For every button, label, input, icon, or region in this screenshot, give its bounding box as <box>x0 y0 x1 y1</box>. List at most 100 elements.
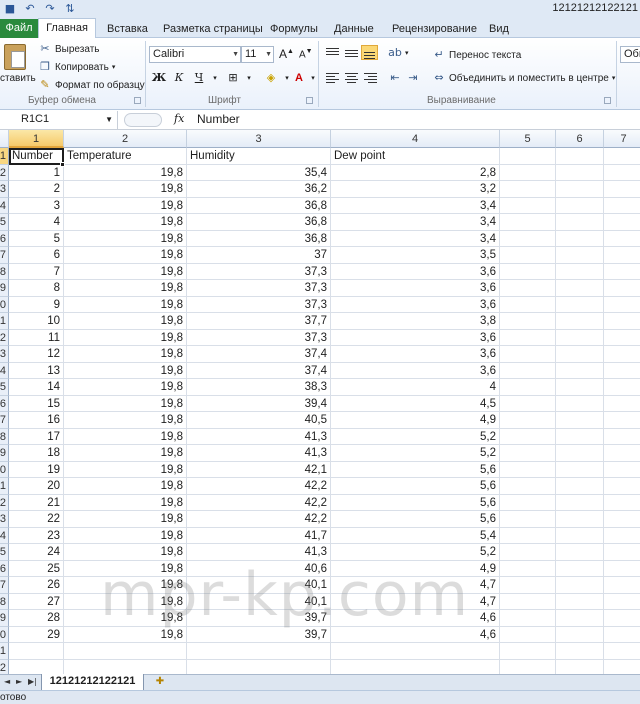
tab-page-layout[interactable]: Разметка страницы <box>163 21 263 37</box>
data-cell[interactable]: 23 <box>9 527 64 544</box>
data-cell[interactable]: 37,3 <box>187 280 331 297</box>
data-cell[interactable]: 3,4 <box>331 214 500 231</box>
data-cell[interactable]: 16 <box>9 412 64 429</box>
empty-cell[interactable] <box>500 610 556 627</box>
increase-indent-button[interactable]: ⇥ <box>406 71 420 85</box>
row-header[interactable]: 1 <box>0 148 9 165</box>
data-cell[interactable]: 19,8 <box>64 511 187 528</box>
data-cell[interactable]: 19,8 <box>64 544 187 561</box>
empty-cell[interactable] <box>9 659 64 674</box>
empty-cell[interactable] <box>604 643 640 660</box>
row-header[interactable]: 5 <box>0 544 9 561</box>
sheet-tab[interactable]: 12121212122121 <box>41 674 144 691</box>
bold-button[interactable]: Ж <box>150 70 168 86</box>
data-cell[interactable]: 19,8 <box>64 230 187 247</box>
empty-cell[interactable] <box>500 395 556 412</box>
tab-review[interactable]: Рецензирование <box>392 21 477 37</box>
empty-cell[interactable] <box>556 230 604 247</box>
empty-cell[interactable] <box>556 659 604 674</box>
data-cell[interactable]: 42,2 <box>187 511 331 528</box>
data-cell[interactable]: 25 <box>9 560 64 577</box>
row-header[interactable]: 2 <box>0 164 9 181</box>
header-cell[interactable]: Number <box>9 148 64 165</box>
data-cell[interactable]: 5,6 <box>331 478 500 495</box>
empty-cell[interactable] <box>556 643 604 660</box>
row-header[interactable]: 0 <box>0 626 9 643</box>
tab-home[interactable]: Главная <box>38 18 96 39</box>
empty-cell[interactable] <box>604 231 640 247</box>
empty-cell[interactable] <box>604 528 640 544</box>
empty-cell[interactable] <box>64 659 187 674</box>
data-cell[interactable]: 4,5 <box>331 395 500 412</box>
sheet-nav-next-icon[interactable]: ► <box>16 674 22 690</box>
row-header[interactable]: 3 <box>0 181 9 198</box>
empty-cell[interactable] <box>556 412 604 429</box>
data-cell[interactable]: 19,8 <box>64 494 187 511</box>
format-painter-button[interactable]: ✎ Формат по образцу <box>38 78 144 92</box>
empty-cell[interactable] <box>556 362 604 379</box>
data-cell[interactable]: 19,8 <box>64 362 187 379</box>
empty-cell[interactable] <box>604 165 640 181</box>
data-cell[interactable]: 3,4 <box>331 197 500 214</box>
data-cell[interactable]: 42,2 <box>187 494 331 511</box>
data-cell[interactable]: 7 <box>9 263 64 280</box>
data-cell[interactable]: 40,5 <box>187 412 331 429</box>
data-cell[interactable]: 4,6 <box>331 610 500 627</box>
row-header[interactable]: 6 <box>0 230 9 247</box>
empty-cell[interactable] <box>500 643 556 660</box>
data-cell[interactable]: 6 <box>9 247 64 264</box>
empty-cell[interactable] <box>500 593 556 610</box>
data-cell[interactable]: 22 <box>9 511 64 528</box>
decrease-indent-button[interactable]: ⇤ <box>388 71 402 85</box>
empty-cell[interactable] <box>556 197 604 214</box>
data-cell[interactable]: 26 <box>9 577 64 594</box>
data-cell[interactable]: 29 <box>9 626 64 643</box>
empty-cell[interactable] <box>500 428 556 445</box>
empty-cell[interactable] <box>604 594 640 610</box>
align-top-button[interactable] <box>324 46 341 61</box>
header-cell[interactable]: Temperature <box>64 148 187 165</box>
empty-cell[interactable] <box>604 247 640 264</box>
data-cell[interactable]: 19,8 <box>64 280 187 297</box>
empty-cell[interactable] <box>500 329 556 346</box>
empty-cell[interactable] <box>604 627 640 643</box>
data-cell[interactable]: 19,8 <box>64 164 187 181</box>
data-cell[interactable]: 3,6 <box>331 280 500 297</box>
data-cell[interactable]: 3,4 <box>331 230 500 247</box>
row-header[interactable]: 9 <box>0 280 9 297</box>
empty-cell[interactable] <box>604 561 640 577</box>
empty-cell[interactable] <box>556 544 604 561</box>
header-cell[interactable]: Humidity <box>187 148 331 165</box>
column-header-5[interactable]: 5 <box>500 130 556 148</box>
number-format-combo[interactable]: Общ <box>620 46 640 63</box>
empty-cell[interactable] <box>500 461 556 478</box>
row-header[interactable]: 9 <box>0 610 9 627</box>
sheet-nav-last-icon[interactable]: ▶| <box>28 674 37 690</box>
row-header[interactable]: 4 <box>0 362 9 379</box>
empty-cell[interactable] <box>9 643 64 660</box>
empty-cell[interactable] <box>556 247 604 264</box>
data-cell[interactable]: 4,7 <box>331 577 500 594</box>
empty-cell[interactable] <box>500 527 556 544</box>
column-header-4[interactable]: 4 <box>331 130 500 148</box>
empty-cell[interactable] <box>64 643 187 660</box>
data-cell[interactable]: 5,2 <box>331 544 500 561</box>
data-cell[interactable]: 2 <box>9 181 64 198</box>
align-right-button[interactable] <box>362 71 379 86</box>
data-cell[interactable]: 4,6 <box>331 626 500 643</box>
data-cell[interactable]: 3,5 <box>331 247 500 264</box>
row-header[interactable]: 1 <box>0 313 9 330</box>
empty-cell[interactable] <box>500 494 556 511</box>
column-header-6[interactable]: 6 <box>556 130 604 148</box>
data-cell[interactable]: 37,4 <box>187 362 331 379</box>
data-cell[interactable]: 19,8 <box>64 379 187 396</box>
row-header[interactable]: 2 <box>0 659 9 674</box>
data-cell[interactable]: 36,2 <box>187 181 331 198</box>
empty-cell[interactable] <box>604 379 640 396</box>
font-color-dropdown[interactable]: ▾ <box>304 70 322 86</box>
empty-cell[interactable] <box>556 395 604 412</box>
empty-cell[interactable] <box>500 197 556 214</box>
spreadsheet-grid[interactable]: 1 2 3 4 5 6 7 1 Number Temperature Humidity Dew poi… <box>0 130 640 674</box>
merge-center-button[interactable]: ⇔ Объединить и поместить в центре ▾ <box>432 71 615 85</box>
orientation-button[interactable]: ab ▾ <box>388 46 408 60</box>
